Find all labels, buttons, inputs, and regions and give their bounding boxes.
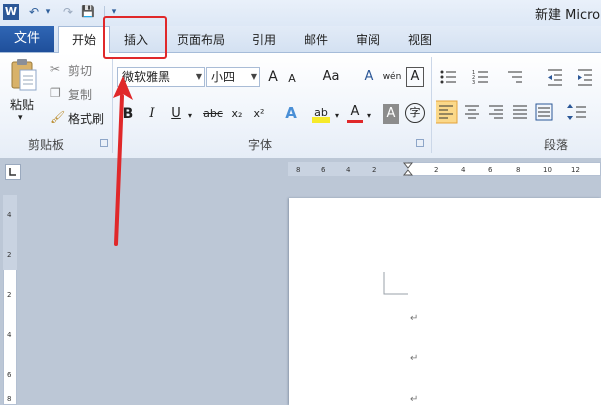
format-painter-icon: 🖌 <box>50 110 66 124</box>
multilevel-list-icon[interactable] <box>508 71 522 83</box>
paste-label[interactable]: 粘贴 <box>10 96 34 113</box>
word-app-icon[interactable]: W <box>3 4 19 20</box>
paste-icon <box>11 59 37 91</box>
distributed-icon[interactable] <box>535 103 553 121</box>
char-border-button[interactable]: A <box>406 67 424 87</box>
tab-page-layout[interactable]: 页面布局 <box>170 30 232 50</box>
change-case-button[interactable]: Aa <box>318 67 344 87</box>
subscript-button[interactable]: x₂ <box>228 104 246 124</box>
char-shading-button[interactable]: A <box>383 104 399 124</box>
ruler-tick-label: 8 <box>7 395 11 403</box>
tab-review[interactable]: 审阅 <box>348 30 388 50</box>
margin-corner-mark <box>383 272 408 295</box>
justify-icon[interactable] <box>513 105 527 119</box>
underline-dropdown-icon[interactable]: ▾ <box>185 106 195 126</box>
redo-icon[interactable]: ↷ <box>60 4 76 20</box>
grow-font-button[interactable]: A <box>265 67 281 87</box>
ruler-tick-label: 2 <box>7 251 11 259</box>
italic-button[interactable]: I <box>145 104 159 124</box>
paragraph-controls: 123 <box>436 69 592 124</box>
chevron-down-icon: ▼ <box>250 72 257 81</box>
bullets-icon[interactable] <box>440 70 457 84</box>
ruler-tick-label: 2 <box>434 166 438 174</box>
tab-selector-icon[interactable] <box>5 164 21 180</box>
highlight-button[interactable]: ab <box>312 103 330 123</box>
superscript-button[interactable]: x² <box>250 104 268 124</box>
font-size-combo[interactable]: 小四 ▼ <box>206 67 260 87</box>
ruler-tick-label: 6 <box>7 371 12 379</box>
ruler-tick-label: 6 <box>321 166 326 174</box>
tab-mailings[interactable]: 邮件 <box>296 30 336 50</box>
document-page[interactable] <box>289 198 601 405</box>
paragraph-mark: ↵ <box>410 353 419 364</box>
svg-text:3: 3 <box>472 80 475 86</box>
chevron-down-icon: ▼ <box>195 72 202 81</box>
ruler-tick-label: 8 <box>296 166 300 174</box>
font-size-value: 小四 <box>211 70 236 84</box>
highlight-dropdown-icon[interactable]: ▾ <box>332 106 342 126</box>
strikethrough-button[interactable]: abc <box>200 104 226 124</box>
tab-view[interactable]: 视图 <box>400 30 440 50</box>
enclose-char-button[interactable]: 字 <box>405 103 425 123</box>
text-effects-button[interactable]: A <box>282 103 300 123</box>
paste-button[interactable] <box>8 58 38 92</box>
window-title: 新建 Micro <box>535 8 601 23</box>
ruler-tick-label: 8 <box>516 166 520 174</box>
copy-button[interactable]: 复制 <box>68 86 92 103</box>
ruler-tick-label: 10 <box>543 166 552 174</box>
paragraph-mark: ↵ <box>410 394 419 405</box>
annotation-arrow-icon <box>113 76 133 246</box>
ruler-tick-label: 12 <box>571 166 580 174</box>
ruler-tick-label: 2 <box>372 166 376 174</box>
paste-dropdown-icon[interactable]: ▾ <box>18 113 23 123</box>
underline-button[interactable]: U <box>168 104 184 124</box>
cut-button[interactable]: 剪切 <box>68 62 92 79</box>
group-separator <box>431 57 432 153</box>
shrink-font-button[interactable]: A <box>285 69 299 89</box>
clear-format-button[interactable]: A <box>360 67 378 87</box>
paragraph-mark: ↵ <box>410 313 419 324</box>
align-center-icon[interactable] <box>465 105 479 119</box>
font-color-dropdown-icon[interactable]: ▾ <box>364 106 374 126</box>
align-right-icon[interactable] <box>489 105 503 119</box>
clipboard-launcher-icon[interactable] <box>100 139 108 147</box>
font-color-button[interactable]: A <box>347 103 363 123</box>
tab-references[interactable]: 引用 <box>244 30 284 50</box>
clipboard-group-label: 剪贴板 <box>28 138 65 152</box>
decrease-indent-icon[interactable] <box>548 69 562 86</box>
vertical-ruler-ticks: 4 2 2 4 6 8 <box>7 211 12 403</box>
ruler-tick-label: 2 <box>7 291 11 299</box>
undo-dropdown-icon[interactable]: ▾ <box>40 4 56 20</box>
save-icon[interactable]: 💾 <box>80 4 96 20</box>
ruler-tick-label: 6 <box>488 166 493 174</box>
line-spacing-icon[interactable] <box>567 104 586 120</box>
ruler-tick-label: 4 <box>7 331 12 339</box>
cut-icon: ✂ <box>50 62 61 76</box>
tab-file[interactable]: 文件 <box>0 26 54 52</box>
numbering-icon[interactable]: 123 <box>472 70 488 86</box>
horizontal-ruler-ticks: 8 6 4 2 2 4 6 8 10 12 <box>296 162 580 176</box>
copy-icon: ❐ <box>50 86 61 100</box>
insert-tab-highlight-box <box>103 16 167 59</box>
paragraph-group-label: 段落 <box>544 138 569 152</box>
font-launcher-icon[interactable] <box>416 139 424 147</box>
phonetic-guide-button[interactable]: wén <box>382 67 402 87</box>
ruler-tick-label: 4 <box>7 211 12 219</box>
ruler-tick-label: 4 <box>461 166 466 174</box>
ruler-tick-label: 4 <box>346 166 351 174</box>
format-painter-button[interactable]: 格式刷 <box>68 110 104 127</box>
font-group-label: 字体 <box>248 138 273 152</box>
increase-indent-icon[interactable] <box>578 69 592 86</box>
align-left-icon[interactable] <box>436 100 458 124</box>
